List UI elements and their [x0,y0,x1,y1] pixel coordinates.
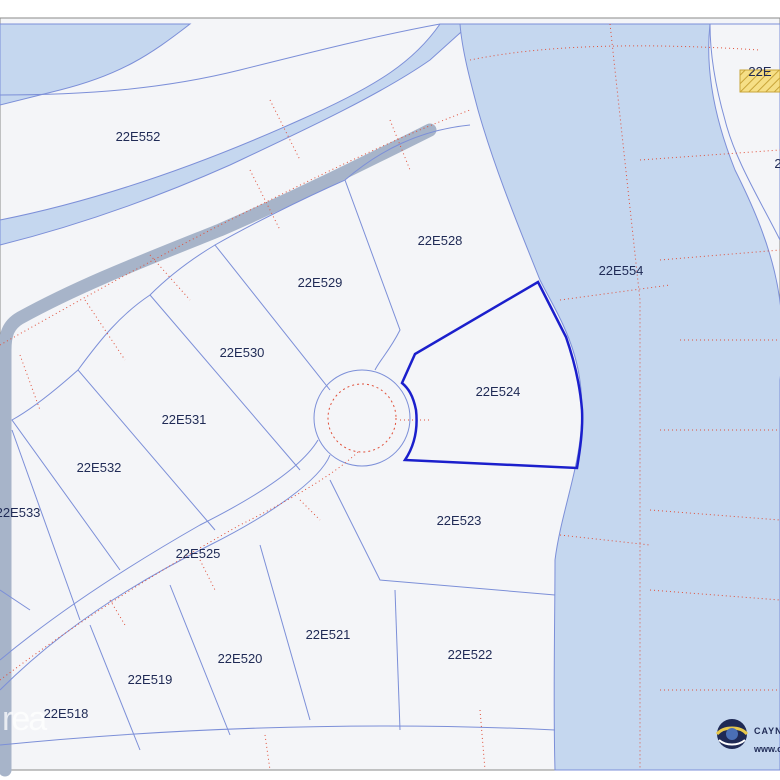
company-logo[interactable]: CAYN www.c [712,712,780,762]
watermark: rea [2,700,47,738]
parcel-map[interactable]: 22E552 22E528 22E554 22E529 22E530 22E52… [0,0,780,780]
parcel-label-22E528[interactable]: 22E528 [418,233,463,248]
parcel-label-22E518[interactable]: 22E518 [44,706,89,721]
parcel-label-22E525[interactable]: 22E525 [176,546,221,561]
parcel-label-22E529[interactable]: 22E529 [298,275,343,290]
parcel-label-22E533[interactable]: 22E533 [0,505,40,520]
parcel-label-22E531[interactable]: 22E531 [162,412,207,427]
parcel-label-22E520[interactable]: 22E520 [218,651,263,666]
parcel-label-22E554[interactable]: 22E554 [599,263,644,278]
parcel-label-22E519[interactable]: 22E519 [128,672,173,687]
parcel-label-partial-top-right: 22E [748,64,771,79]
parcel-label-22E552[interactable]: 22E552 [116,129,161,144]
parcel-label-22E532[interactable]: 22E532 [77,460,122,475]
parcel-label-22E530[interactable]: 22E530 [220,345,265,360]
parcel-label-22E522[interactable]: 22E522 [448,647,493,662]
parcel-label-22E523[interactable]: 22E523 [437,513,482,528]
map-viewer[interactable]: 22E552 22E528 22E554 22E529 22E530 22E52… [0,0,780,780]
parcel-label-22E524[interactable]: 22E524 [476,384,521,399]
logo-name: CAYN [754,726,780,736]
parcel-label-22E521[interactable]: 22E521 [306,627,351,642]
parcel-label-partial-right: 2 [774,156,780,171]
logo-url: www.c [754,744,780,754]
globe-icon [715,719,749,749]
